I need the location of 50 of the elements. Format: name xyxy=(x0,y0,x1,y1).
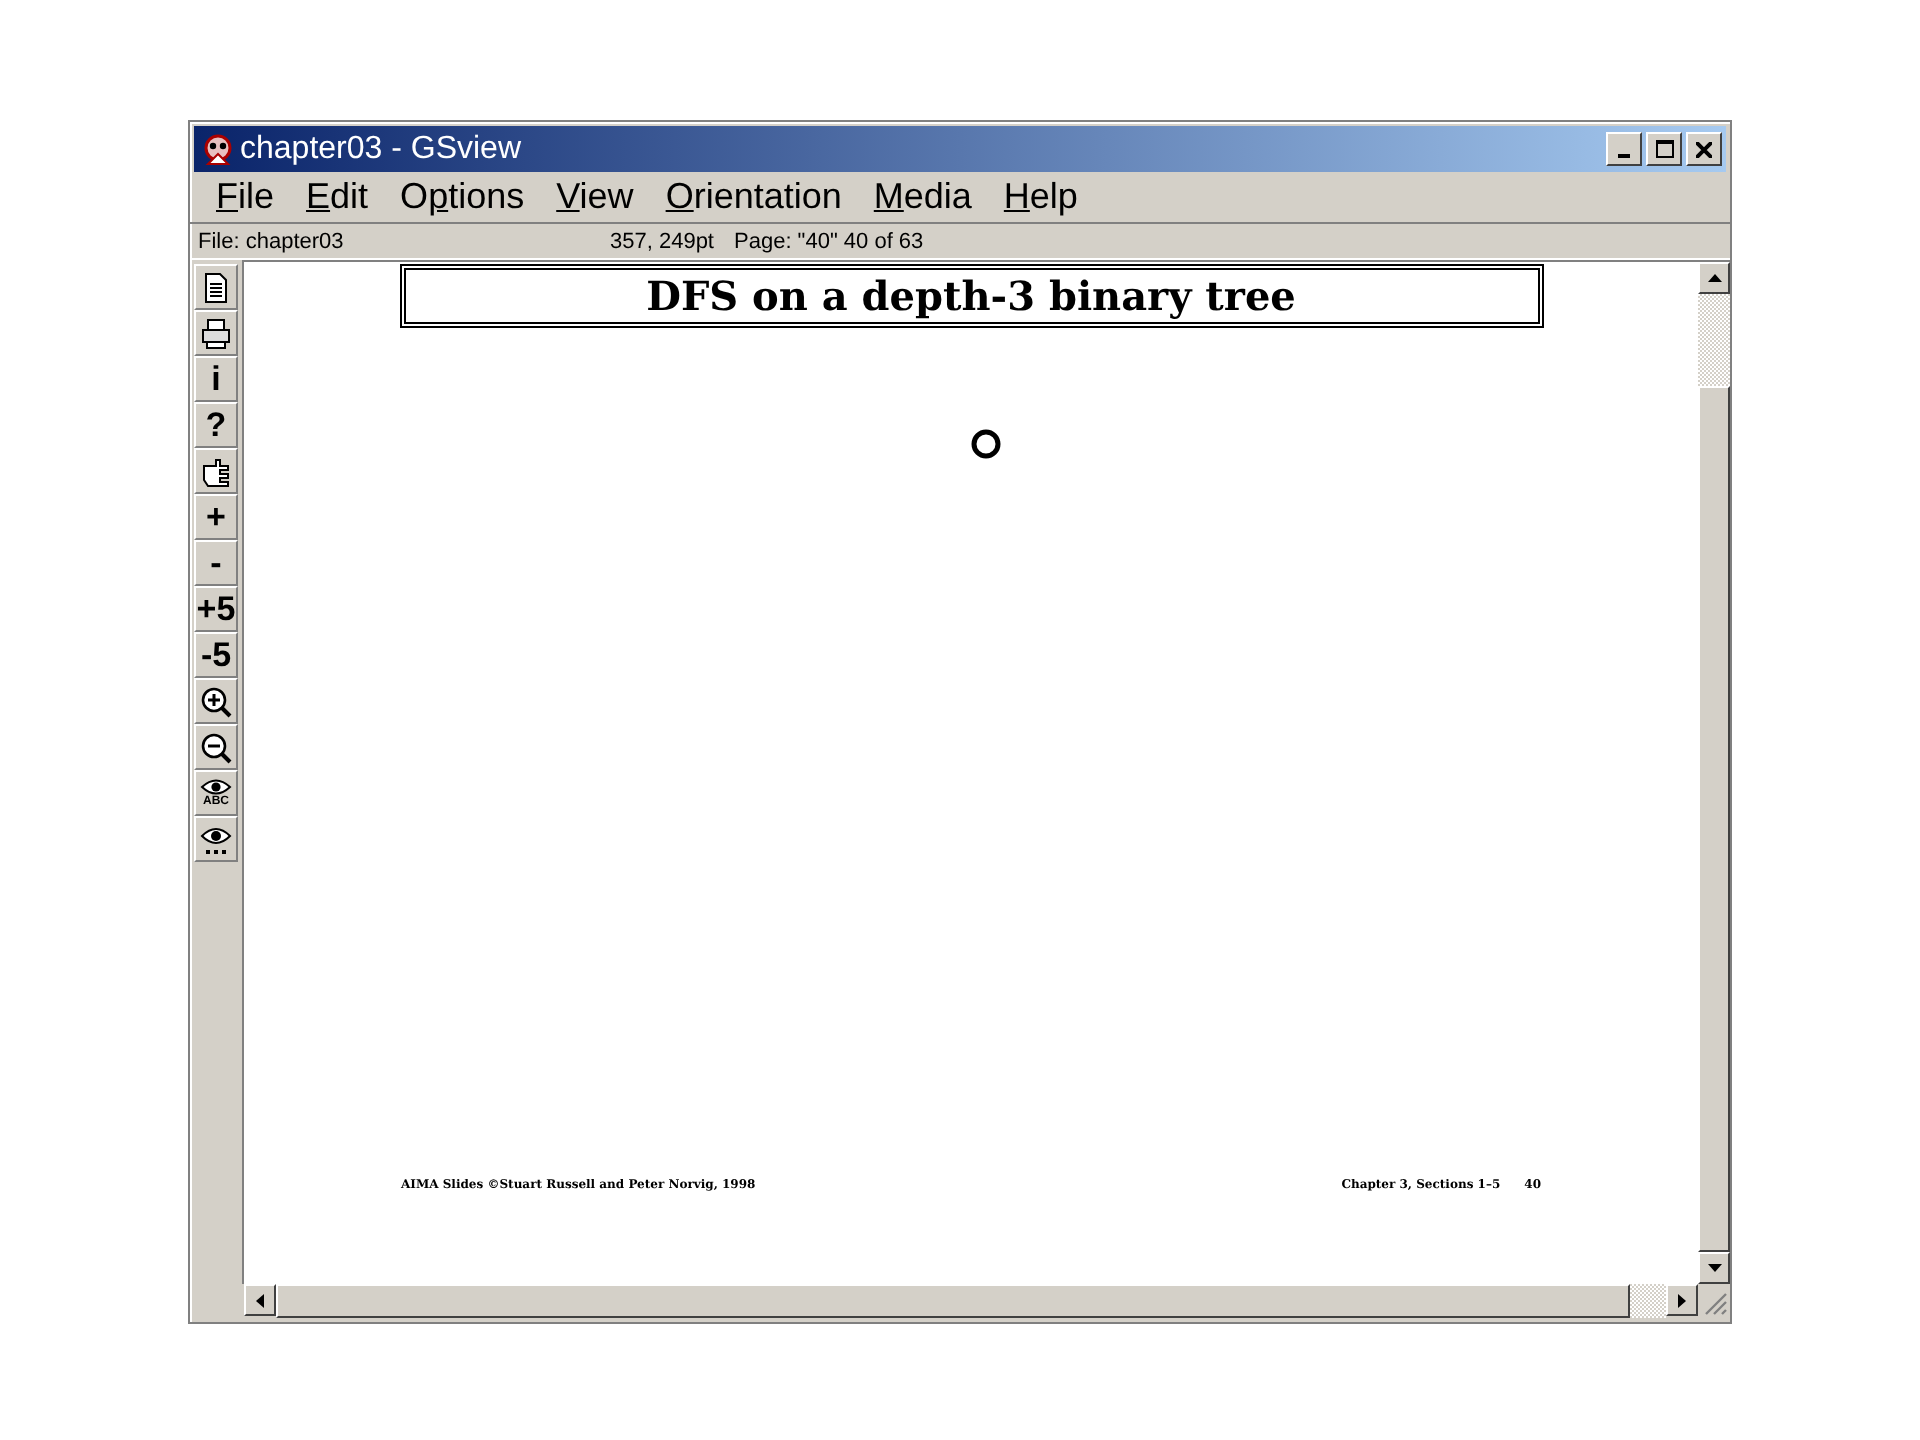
down-arrow-icon xyxy=(1707,1264,1721,1272)
toolbar-button[interactable] xyxy=(194,264,238,310)
toolbar-button[interactable] xyxy=(194,448,238,494)
toolbar-button[interactable] xyxy=(194,724,238,770)
scroll-thumb[interactable] xyxy=(1698,386,1730,1252)
page-icon xyxy=(200,271,232,303)
eye-icon xyxy=(200,823,232,855)
resize-grip-icon[interactable] xyxy=(1700,1288,1728,1316)
toolbar-button[interactable] xyxy=(194,678,238,724)
menu-item[interactable]: File xyxy=(202,175,293,217)
scroll-left-button[interactable] xyxy=(244,1284,276,1316)
minimize-icon xyxy=(1618,154,1630,158)
toolbar-button[interactable]: ? xyxy=(194,402,238,448)
zoom-in-icon xyxy=(200,685,232,717)
status-file: File: chapter03 xyxy=(198,229,346,253)
maximize-button[interactable] xyxy=(1646,132,1682,166)
menu-item[interactable]: Edit xyxy=(292,175,387,217)
status-page: Page: "40" 40 of 63 xyxy=(734,229,924,253)
menu-item[interactable]: Orientation xyxy=(651,175,860,217)
scroll-up-button[interactable] xyxy=(1698,262,1730,294)
pointing-hand-icon xyxy=(200,455,232,487)
close-button[interactable] xyxy=(1686,132,1722,166)
toolbar-button[interactable]: +5 xyxy=(194,586,238,632)
ghost-icon xyxy=(202,133,234,165)
eye-icon xyxy=(200,777,232,795)
printer-icon xyxy=(200,317,232,349)
scroll-right-button[interactable] xyxy=(1666,1284,1698,1316)
scroll-down-button[interactable] xyxy=(1698,1252,1730,1284)
tree-node xyxy=(969,428,1001,460)
toolbar-button[interactable]: i xyxy=(194,356,238,402)
maximize-icon xyxy=(1655,140,1673,158)
toolbar-button[interactable]: + xyxy=(194,494,238,540)
vertical-scrollbar[interactable] xyxy=(1698,262,1730,1284)
close-icon xyxy=(1696,141,1712,157)
right-arrow-icon xyxy=(1678,1293,1686,1307)
left-arrow-icon xyxy=(256,1293,264,1307)
toolbar-button[interactable]: - xyxy=(194,540,238,586)
status-coordinates: 357, 249pt xyxy=(610,229,714,253)
window-title: chapter03 - GSview xyxy=(240,131,524,167)
slide-title: DFS on a depth-3 binary tree xyxy=(403,268,1539,324)
toolbar-button[interactable] xyxy=(194,310,238,356)
menu-item[interactable]: Help xyxy=(989,175,1096,217)
menu-item[interactable]: Options xyxy=(386,175,543,217)
toolbar-button[interactable]: -5 xyxy=(194,632,238,678)
minimize-button[interactable] xyxy=(1606,132,1642,166)
zoom-out-icon xyxy=(200,731,232,763)
toolbar-button[interactable] xyxy=(194,816,238,862)
up-arrow-icon xyxy=(1707,274,1721,282)
menu-item[interactable]: View xyxy=(542,175,652,217)
menu-item[interactable]: Media xyxy=(859,175,990,217)
